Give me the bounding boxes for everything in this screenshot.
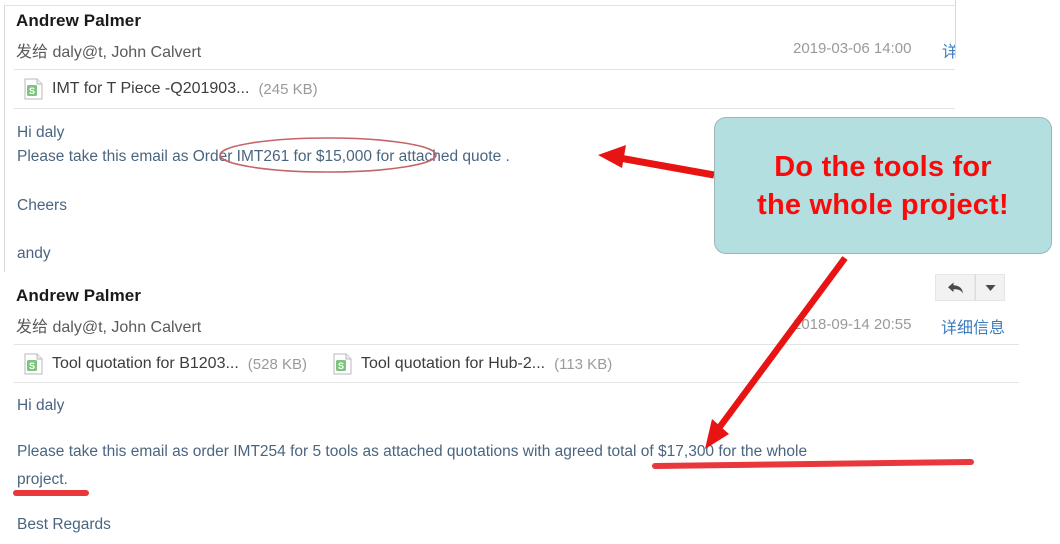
body-line: Hi daly (17, 124, 65, 141)
red-underline-agreed-total (652, 459, 974, 469)
attachment-name: Tool quotation for B1203... (52, 355, 239, 372)
spreadsheet-icon: S (24, 353, 43, 375)
body-line: Cheers (17, 197, 67, 214)
message-top-border (4, 5, 955, 6)
attachment-item[interactable]: S IMT for T Piece -Q201903... (245 KB) (24, 78, 318, 100)
to-label: 发给 (16, 44, 49, 61)
svg-text:S: S (29, 361, 35, 371)
reply-menu-button[interactable] (975, 274, 1005, 301)
sender-name: Andrew Palmer (16, 11, 142, 30)
attachment-divider (14, 108, 955, 109)
body-line: Please take this email as order IMT254 f… (17, 443, 808, 460)
body-line: andy (17, 245, 51, 262)
reply-button[interactable] (935, 274, 975, 301)
recipient-line: 发给 daly@t, John Calvert (16, 313, 201, 337)
body-line: Best Regards (17, 516, 111, 533)
svg-text:S: S (29, 86, 35, 96)
attachment-size: (113 KB) (554, 355, 613, 373)
reply-icon (947, 282, 963, 293)
sender-name: Andrew Palmer (16, 286, 142, 305)
header-divider (14, 69, 955, 70)
attachment-list: S Tool quotation for B1203... (528 KB) S… (24, 353, 626, 375)
email-thread-screenshot: Andrew Palmer 发给 daly@t, John Calvert 20… (0, 0, 1060, 544)
to-label: 发给 (16, 319, 49, 336)
message-timestamp: 2018-09-14 20:55 (793, 316, 912, 333)
callout-line-1: Do the tools for (774, 150, 992, 183)
message-left-border (4, 6, 5, 272)
message-right-border (955, 0, 956, 58)
to-suffix: t, John Calvert (98, 44, 202, 61)
reply-actions (935, 274, 1005, 301)
attachment-item[interactable]: S Tool quotation for B1203... (528 KB) (24, 353, 307, 375)
details-link[interactable]: 详 (942, 38, 955, 62)
recipient-line: 发给 daly@t, John Calvert (16, 38, 201, 62)
message-timestamp: 2019-03-06 14:00 (793, 40, 912, 57)
attachment-name: IMT for T Piece -Q201903... (52, 80, 250, 97)
attachment-item[interactable]: S Tool quotation for Hub-2... (113 KB) (333, 353, 612, 375)
attachment-name: Tool quotation for Hub-2... (361, 355, 546, 372)
body-line: Please take this email as Order IMT261 f… (17, 148, 510, 165)
spreadsheet-icon: S (333, 353, 352, 375)
spreadsheet-icon: S (24, 78, 43, 100)
header-divider (14, 344, 1019, 345)
callout-line-2: the whole project! (757, 188, 1009, 221)
to-address: daly@ (52, 319, 99, 336)
chevron-down-icon (985, 284, 995, 291)
attachment-list: S IMT for T Piece -Q201903... (245 KB) (24, 78, 332, 100)
attachment-divider (14, 382, 1019, 383)
body-line: project. (17, 471, 68, 488)
red-arrow-to-agreed-total (705, 256, 848, 449)
svg-text:S: S (338, 361, 344, 371)
body-line: Hi daly (17, 397, 65, 414)
attachment-size: (528 KB) (247, 355, 307, 373)
callout-annotation-box: Do the tools for the whole project! (714, 117, 1052, 254)
to-suffix: t, John Calvert (98, 319, 202, 336)
to-address: daly@ (52, 44, 99, 61)
details-link[interactable]: 详细信息 (941, 314, 1005, 338)
attachment-size: (245 KB) (258, 80, 318, 98)
red-arrow-to-order-line (598, 145, 715, 179)
